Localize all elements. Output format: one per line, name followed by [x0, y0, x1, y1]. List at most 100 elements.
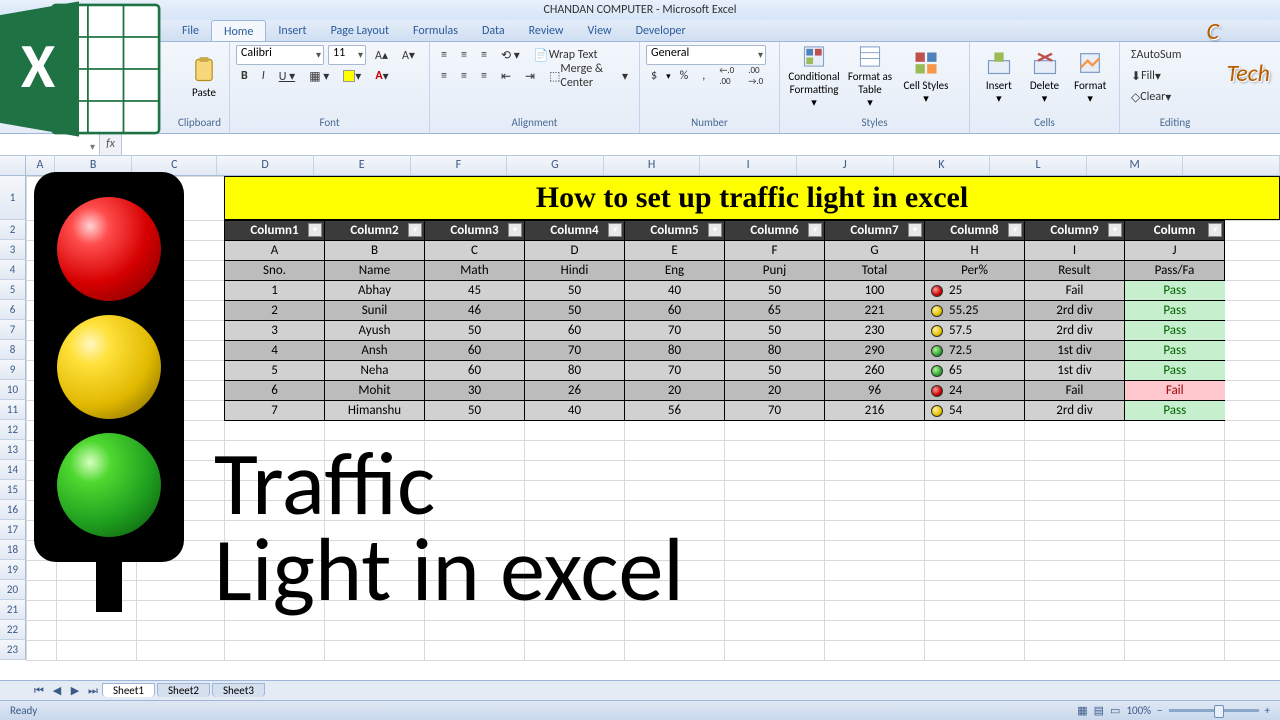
filter-icon[interactable]: ▾	[1008, 223, 1022, 237]
view-normal-button[interactable]: ▦	[1077, 704, 1087, 717]
table-cell[interactable]: 6	[225, 381, 325, 401]
conditional-formatting-button[interactable]: Conditional Formatting ▾	[786, 44, 842, 110]
table-cell[interactable]: 4	[225, 341, 325, 361]
table-cell[interactable]: 54	[925, 401, 1025, 421]
table-cell[interactable]: B	[325, 241, 425, 261]
insert-cells-button[interactable]: Insert ▾	[976, 44, 1022, 110]
table-cell[interactable]: Name	[325, 261, 425, 281]
row-header-12[interactable]: 12	[0, 420, 26, 440]
table-cell[interactable]: 1	[225, 281, 325, 301]
table-header[interactable]: Column2▾	[325, 221, 425, 241]
orientation-button[interactable]: ⟲ ▾	[496, 45, 525, 65]
table-cell[interactable]: 7	[225, 401, 325, 421]
table-cell[interactable]: 60	[625, 301, 725, 321]
tab-formulas[interactable]: Formulas	[401, 20, 470, 41]
table-cell[interactable]: Ayush	[325, 321, 425, 341]
col-header-I[interactable]: I	[700, 156, 797, 175]
table-cell[interactable]: 65	[925, 361, 1025, 381]
percent-button[interactable]: %	[675, 66, 694, 86]
table-cell[interactable]: I	[1025, 241, 1125, 261]
table-cell[interactable]: 5	[225, 361, 325, 381]
row-header-19[interactable]: 19	[0, 560, 26, 580]
table-cell[interactable]: 3	[225, 321, 325, 341]
zoom-out-button[interactable]: −	[1157, 704, 1162, 717]
table-cell[interactable]: 50	[725, 281, 825, 301]
table-cell[interactable]: 40	[525, 401, 625, 421]
tab-review[interactable]: Review	[517, 20, 576, 41]
table-cell[interactable]: 70	[525, 341, 625, 361]
align-center-button[interactable]: ≡	[456, 66, 472, 86]
decrease-indent-button[interactable]: ⇤	[496, 66, 516, 86]
table-cell[interactable]: 40	[625, 281, 725, 301]
decrease-font-button[interactable]: A▾	[397, 45, 420, 65]
table-cell[interactable]: E	[625, 241, 725, 261]
table-cell[interactable]: 70	[625, 321, 725, 341]
row-header-18[interactable]: 18	[0, 540, 26, 560]
table-cell[interactable]: Sunil	[325, 301, 425, 321]
col-header-J[interactable]: J	[797, 156, 894, 175]
table-cell[interactable]: H	[925, 241, 1025, 261]
col-header-L[interactable]: L	[990, 156, 1087, 175]
view-pagebreak-button[interactable]: ▭	[1110, 704, 1120, 717]
table-cell[interactable]: C	[425, 241, 525, 261]
increase-indent-button[interactable]: ⇥	[520, 66, 540, 86]
table-cell[interactable]: 45	[425, 281, 525, 301]
table-cell[interactable]: 230	[825, 321, 925, 341]
row-header-14[interactable]: 14	[0, 460, 26, 480]
paste-button[interactable]: Paste	[176, 44, 232, 110]
tab-data[interactable]: Data	[470, 20, 517, 41]
table-cell[interactable]: 80	[525, 361, 625, 381]
align-right-button[interactable]: ≡	[476, 66, 492, 86]
row-header-6[interactable]: 6	[0, 300, 26, 320]
comma-button[interactable]: ,	[697, 66, 710, 86]
table-cell[interactable]: A	[225, 241, 325, 261]
table-cell[interactable]: 50	[525, 301, 625, 321]
table-cell[interactable]: Fail	[1125, 381, 1225, 401]
row-header-8[interactable]: 8	[0, 340, 26, 360]
clear-button[interactable]: ◇ Clear ▾	[1126, 87, 1176, 107]
table-cell[interactable]: Himanshu	[325, 401, 425, 421]
table-cell[interactable]: Per%	[925, 261, 1025, 281]
table-header[interactable]: Column3▾	[425, 221, 525, 241]
align-top-button[interactable]: ≡	[436, 45, 452, 65]
table-header[interactable]: Column▾	[1125, 221, 1225, 241]
table-cell[interactable]: Math	[425, 261, 525, 281]
table-cell[interactable]: Neha	[325, 361, 425, 381]
sheet-tab-sheet3[interactable]: Sheet3	[212, 683, 265, 697]
filter-icon[interactable]: ▾	[408, 223, 422, 237]
border-button[interactable]: ▦ ▾	[304, 66, 334, 86]
zoom-level[interactable]: 100%	[1126, 704, 1151, 717]
delete-cells-button[interactable]: Delete ▾	[1022, 44, 1068, 110]
table-cell[interactable]: 60	[425, 361, 525, 381]
table-cell[interactable]: 65	[725, 301, 825, 321]
table-cell[interactable]: 96	[825, 381, 925, 401]
table-cell[interactable]: 260	[825, 361, 925, 381]
font-size-select[interactable]: 11	[328, 45, 366, 65]
table-cell[interactable]: 26	[525, 381, 625, 401]
filter-icon[interactable]: ▾	[308, 223, 322, 237]
row-header-9[interactable]: 9	[0, 360, 26, 380]
table-cell[interactable]: 50	[425, 321, 525, 341]
table-cell[interactable]: Sno.	[225, 261, 325, 281]
table-cell[interactable]: 50	[425, 401, 525, 421]
table-cell[interactable]: 30	[425, 381, 525, 401]
tab-developer[interactable]: Developer	[624, 20, 698, 41]
table-cell[interactable]: 24	[925, 381, 1025, 401]
row-header-4[interactable]: 4	[0, 260, 26, 280]
filter-icon[interactable]: ▾	[508, 223, 522, 237]
table-cell[interactable]: 80	[725, 341, 825, 361]
table-cell[interactable]: Pass	[1125, 301, 1225, 321]
bold-button[interactable]: B	[236, 66, 253, 86]
col-header-H[interactable]: H	[604, 156, 701, 175]
row-header-2[interactable]: 2	[0, 220, 26, 240]
view-layout-button[interactable]: ▤	[1094, 704, 1104, 717]
table-cell[interactable]: 70	[725, 401, 825, 421]
filter-icon[interactable]: ▾	[708, 223, 722, 237]
table-cell[interactable]: Eng	[625, 261, 725, 281]
autosum-button[interactable]: Σ AutoSum	[1126, 45, 1186, 65]
tab-view[interactable]: View	[576, 20, 624, 41]
tab-home[interactable]: Home	[211, 20, 266, 41]
format-cells-button[interactable]: Format ▾	[1067, 44, 1113, 110]
table-cell[interactable]: 20	[625, 381, 725, 401]
align-left-button[interactable]: ≡	[436, 66, 452, 86]
